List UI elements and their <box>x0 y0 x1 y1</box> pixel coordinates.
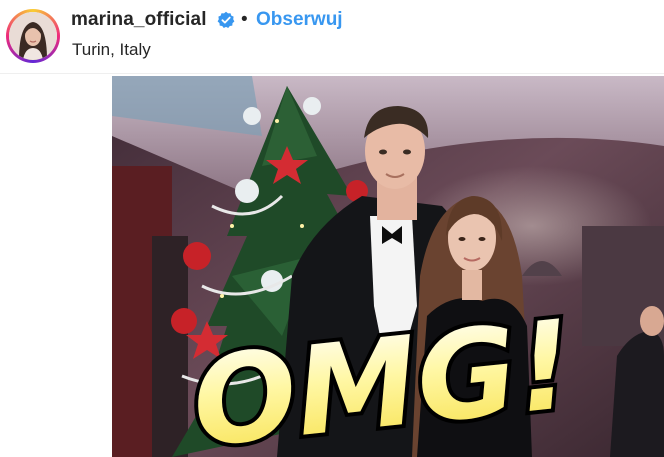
post-header: marina_official • Obserwuj Turin, Italy <box>0 0 664 74</box>
post-photo[interactable]: OMG! <box>112 76 664 457</box>
verified-badge-icon <box>217 11 235 29</box>
username-link[interactable]: marina_official <box>71 9 207 31</box>
profile-avatar[interactable] <box>9 12 57 60</box>
location-link[interactable]: Turin, Italy <box>72 40 151 60</box>
pillar <box>152 236 188 457</box>
story-ring[interactable] <box>6 9 60 63</box>
separator-dot: • <box>241 9 248 30</box>
follow-button[interactable]: Obserwuj <box>256 9 343 31</box>
